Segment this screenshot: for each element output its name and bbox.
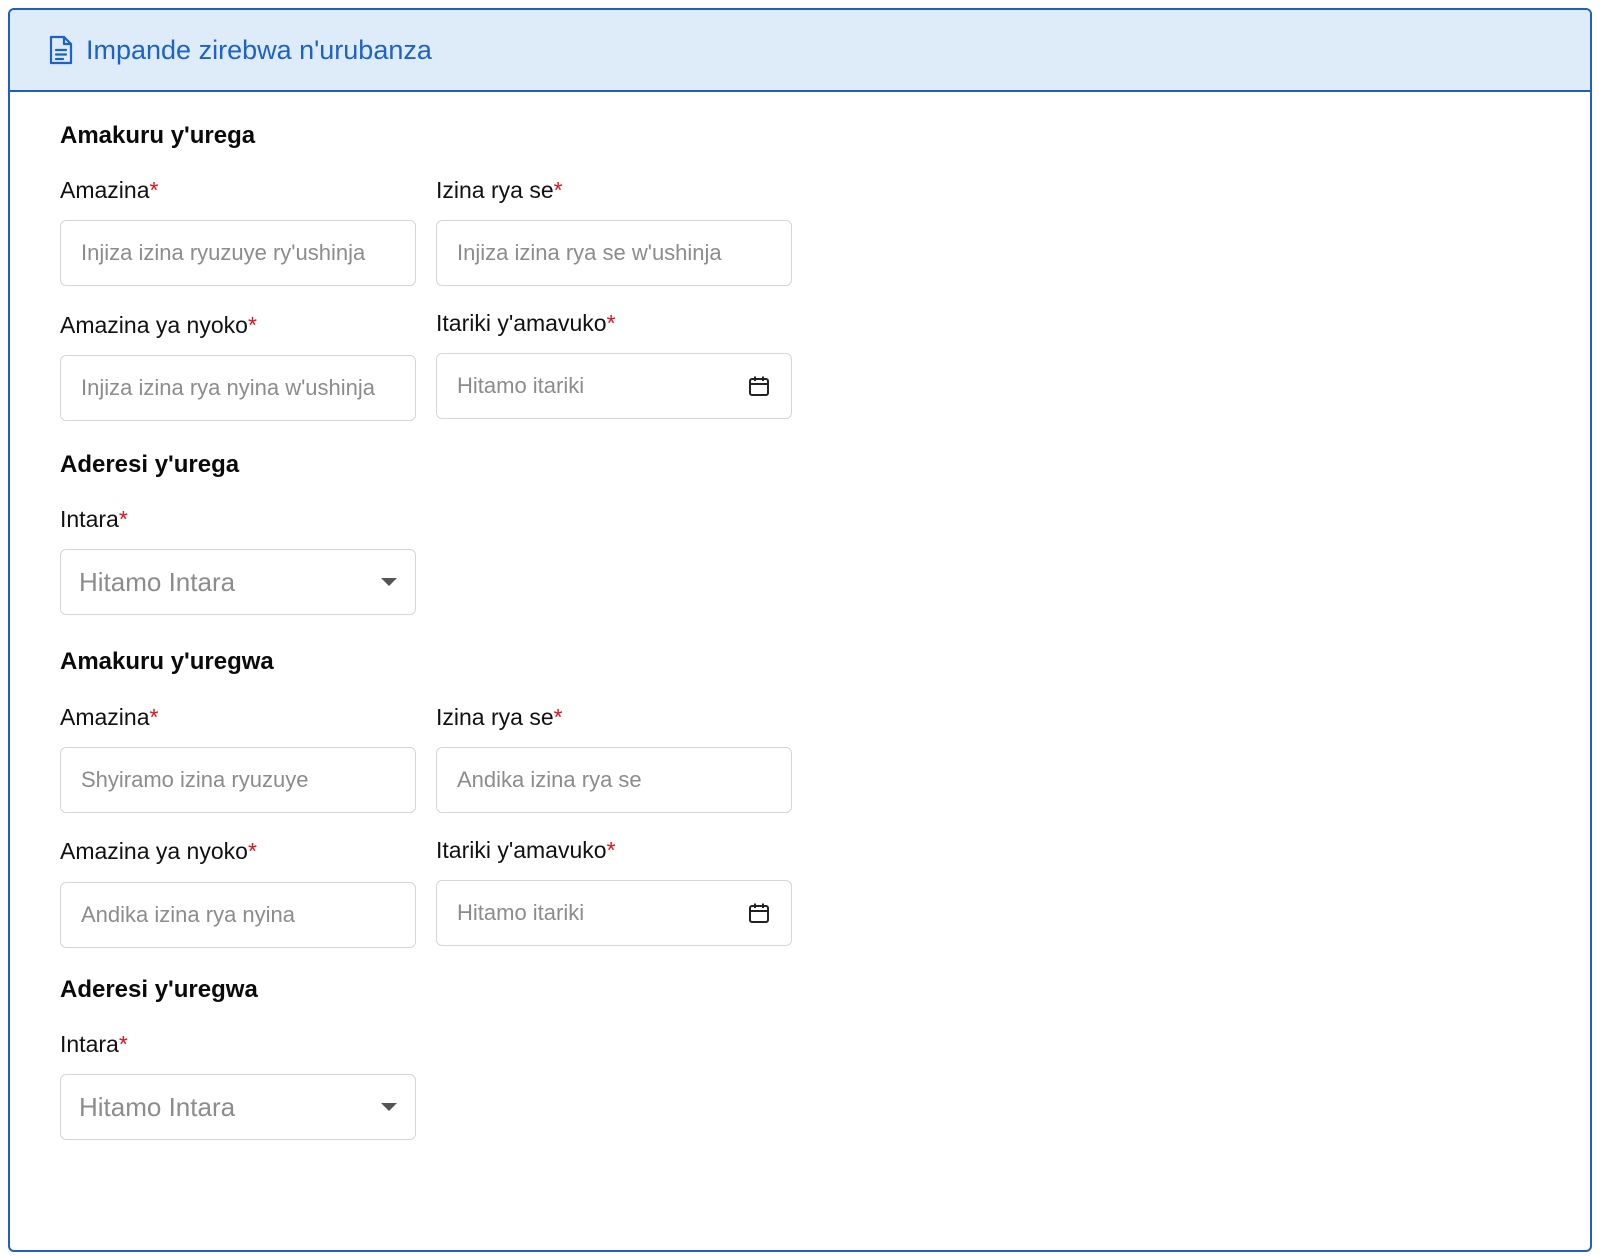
defendant-section-title: Amakuru y'uregwa xyxy=(60,648,274,675)
plaintiff-birth-date-picker[interactable]: Hitamo itariki xyxy=(436,353,792,419)
defendant-mother-name-label: Amazina ya nyoko* xyxy=(60,838,257,864)
date-placeholder: Hitamo itariki xyxy=(457,373,585,398)
select-placeholder: Hitamo Intara xyxy=(79,1091,236,1122)
plaintiff-father-name-field[interactable] xyxy=(436,220,792,286)
defendant-province-select[interactable]: Hitamo Intara xyxy=(60,1074,416,1140)
parties-card: Impande zirebwa n'urubanza xyxy=(8,8,1592,1252)
caret-down-icon xyxy=(381,1103,397,1111)
plaintiff-father-name-label: Izina rya se* xyxy=(436,177,563,203)
plaintiff-province-select[interactable]: Hitamo Intara xyxy=(60,549,416,615)
plaintiff-section-title: Amakuru y'urega xyxy=(60,122,256,149)
document-icon xyxy=(48,35,74,65)
defendant-full-name-label: Amazina* xyxy=(60,704,159,730)
defendant-full-name-field[interactable] xyxy=(60,747,416,813)
required-marker: * xyxy=(553,704,563,730)
plaintiff-full-name-label: Amazina* xyxy=(60,177,159,203)
defendant-birth-date-label: Itariki y'amavuko* xyxy=(436,837,616,863)
required-marker: * xyxy=(553,177,563,203)
defendant-mother-name-input[interactable] xyxy=(81,902,395,928)
plaintiff-address-title: Aderesi y'urega xyxy=(60,451,240,478)
required-marker: * xyxy=(118,1031,128,1057)
defendant-mother-name-field[interactable] xyxy=(60,882,416,948)
defendant-address-title: Aderesi y'uregwa xyxy=(60,976,258,1003)
required-marker: * xyxy=(149,177,159,203)
plaintiff-full-name-input[interactable] xyxy=(81,240,395,266)
required-marker: * xyxy=(606,310,616,336)
date-placeholder: Hitamo itariki xyxy=(457,900,585,925)
required-marker: * xyxy=(149,704,159,730)
plaintiff-full-name-field[interactable] xyxy=(60,220,416,286)
card-title: Impande zirebwa n'urubanza xyxy=(86,34,432,65)
defendant-birth-date-picker[interactable]: Hitamo itariki xyxy=(436,880,792,946)
defendant-father-name-label: Izina rya se* xyxy=(436,704,563,730)
caret-down-icon xyxy=(381,578,397,586)
defendant-province-label: Intara* xyxy=(60,1031,128,1057)
calendar-icon[interactable] xyxy=(747,374,771,398)
calendar-icon[interactable] xyxy=(747,901,771,925)
required-marker: * xyxy=(606,837,616,863)
required-marker: * xyxy=(118,506,128,532)
plaintiff-father-name-input[interactable] xyxy=(457,240,771,266)
select-placeholder: Hitamo Intara xyxy=(79,566,236,597)
plaintiff-province-label: Intara* xyxy=(60,506,128,532)
plaintiff-birth-date-label: Itariki y'amavuko* xyxy=(436,310,616,336)
defendant-full-name-input[interactable] xyxy=(81,767,395,793)
required-marker: * xyxy=(247,838,257,864)
card-header: Impande zirebwa n'urubanza xyxy=(10,10,1590,92)
plaintiff-mother-name-field[interactable] xyxy=(60,355,416,421)
required-marker: * xyxy=(247,312,257,338)
plaintiff-mother-name-label: Amazina ya nyoko* xyxy=(60,312,257,338)
defendant-father-name-field[interactable] xyxy=(436,747,792,813)
defendant-father-name-input[interactable] xyxy=(457,767,771,793)
plaintiff-mother-name-input[interactable] xyxy=(81,375,395,401)
